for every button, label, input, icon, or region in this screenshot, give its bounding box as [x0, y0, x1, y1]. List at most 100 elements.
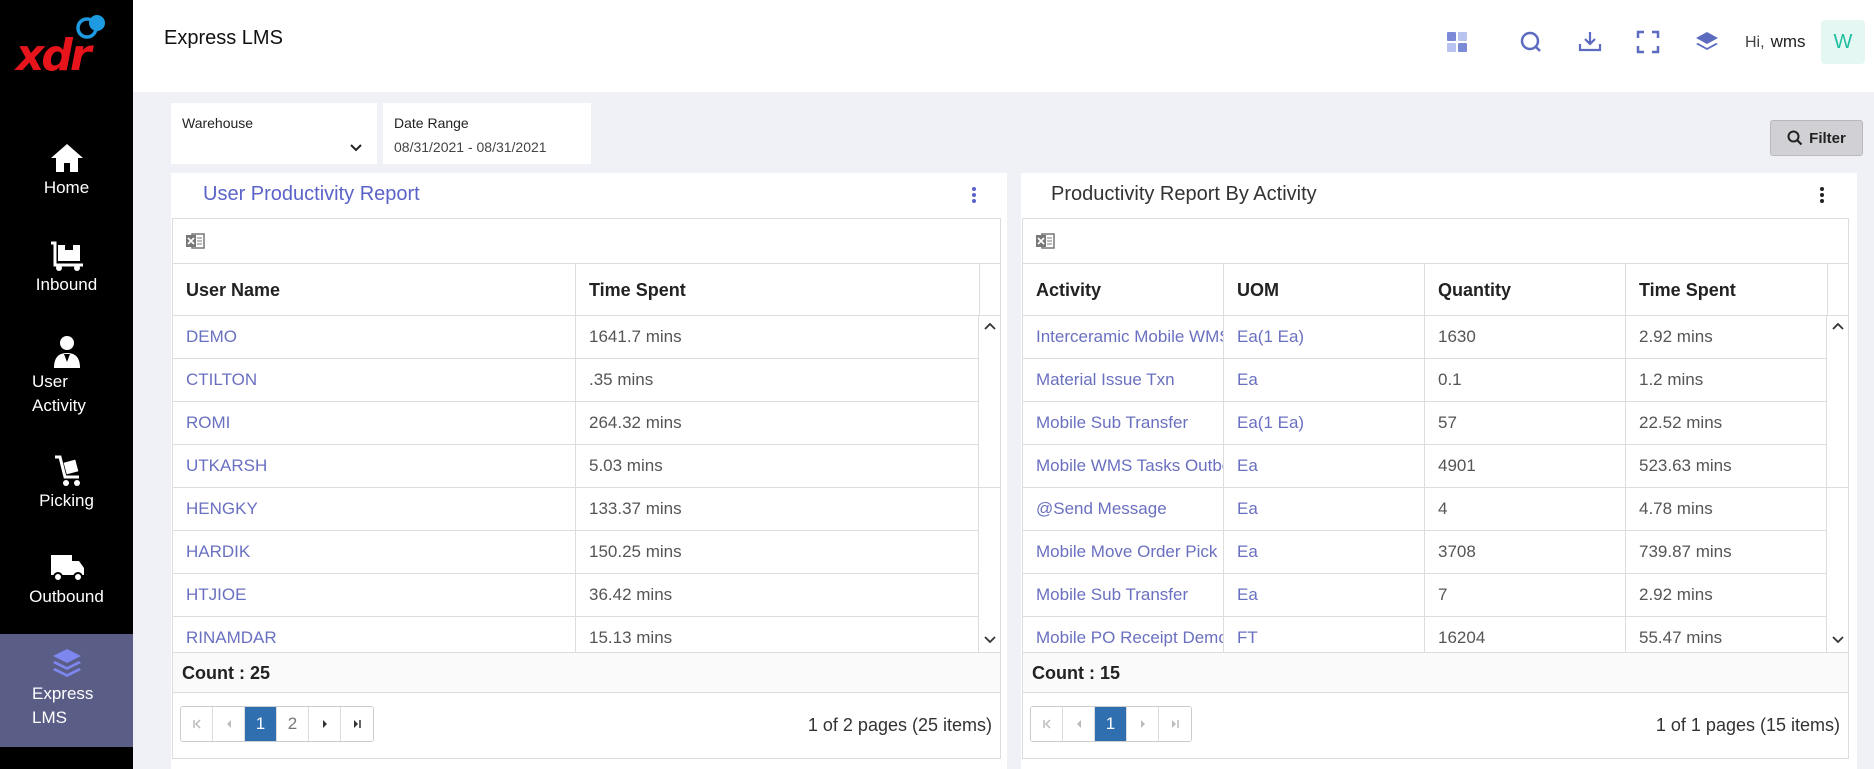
chevron-down-icon	[350, 144, 362, 152]
dashboard-grid-icon[interactable]	[1443, 28, 1471, 56]
date-range-picker[interactable]: Date Range 08/31/2021 - 08/31/2021	[383, 103, 591, 164]
table-row[interactable]: HTJIOE 36.42 mins	[173, 574, 1000, 617]
table-row[interactable]: RINAMDAR 15.13 mins	[173, 617, 1000, 652]
layers-icon[interactable]	[1693, 28, 1721, 56]
cell-time-spent: 4.78 mins	[1626, 488, 1828, 530]
kebab-menu-icon[interactable]	[1815, 185, 1829, 205]
cell-activity[interactable]: Mobile Sub Transfer	[1023, 574, 1224, 616]
cell-user-name[interactable]: HTJIOE	[173, 574, 576, 616]
next-page-button[interactable]	[309, 707, 341, 741]
greeting-text: Hi,	[1745, 34, 1765, 51]
fullscreen-icon[interactable]	[1634, 28, 1662, 56]
column-header-activity[interactable]: Activity	[1023, 264, 1224, 315]
download-icon[interactable]	[1576, 28, 1604, 56]
column-header-quantity[interactable]: Quantity	[1425, 264, 1626, 315]
home-icon	[50, 144, 83, 172]
cell-activity[interactable]: Mobile Move Order Pick	[1023, 531, 1224, 573]
page-button-2[interactable]: 2	[277, 707, 309, 741]
cell-activity[interactable]: Mobile PO Receipt Demo	[1023, 617, 1224, 652]
sidebar-item-home[interactable]: Home	[0, 140, 133, 200]
avatar[interactable]: W	[1821, 20, 1865, 64]
table-row[interactable]: Mobile Move Order Pick Ea 3708 739.87 mins	[1023, 531, 1848, 574]
cell-quantity: 4	[1425, 488, 1626, 530]
cell-quantity: 3708	[1425, 531, 1626, 573]
cell-uom: Ea	[1224, 488, 1425, 530]
page-title: Express LMS	[164, 27, 283, 49]
last-page-button[interactable]	[341, 707, 373, 741]
scrollbar-thumb[interactable]	[979, 338, 1000, 488]
scroll-down-icon[interactable]	[1832, 636, 1844, 644]
page-button-1[interactable]: 1	[245, 707, 277, 741]
scrollbar-thumb[interactable]	[1827, 338, 1848, 488]
table-row[interactable]: Interceramic Mobile WMS Ea(1 Ea) 1630 2.92 …	[1023, 316, 1848, 359]
prev-page-button[interactable]	[213, 707, 245, 741]
sidebar-item-label: Activity	[32, 396, 86, 415]
next-page-button[interactable]	[1127, 707, 1159, 741]
cell-user-name[interactable]: RINAMDAR	[173, 617, 576, 652]
table-row[interactable]: Mobile WMS Tasks Outbo Ea 4901 523.63 mins	[1023, 445, 1848, 488]
first-page-icon	[1042, 719, 1051, 729]
next-page-icon	[322, 720, 327, 728]
xdr-logo[interactable]: xdr	[14, 12, 114, 82]
table-row[interactable]: HENGKY 133.37 mins	[173, 488, 1000, 531]
cell-activity[interactable]: Mobile WMS Tasks Outbo	[1023, 445, 1224, 487]
first-page-button[interactable]	[1031, 707, 1063, 741]
table-row[interactable]: @Send Message Ea 4 4.78 mins	[1023, 488, 1848, 531]
scroll-up-icon[interactable]	[1832, 322, 1844, 330]
vertical-scrollbar[interactable]	[978, 316, 1000, 652]
column-header-user-name[interactable]: User Name	[173, 264, 576, 315]
activity-report-grid: Activity UOM Quantity Time Spent Interce…	[1022, 218, 1849, 759]
cell-uom: FT	[1224, 617, 1425, 652]
page-info: 1 of 1 pages (15 items)	[1655, 715, 1840, 735]
cell-activity[interactable]: Mobile Sub Transfer	[1023, 402, 1224, 444]
kebab-menu-icon[interactable]	[967, 185, 981, 205]
sidebar-item-user-activity[interactable]: User Activity	[0, 334, 133, 418]
table-row[interactable]: Mobile PO Receipt Demo FT 16204 55.47 mins	[1023, 617, 1848, 652]
warehouse-select[interactable]: Warehouse	[171, 103, 377, 164]
sidebar-item-picking[interactable]: Picking	[0, 453, 133, 513]
sidebar-item-label: Outbound	[29, 587, 104, 606]
table-row[interactable]: CTILTON .35 mins	[173, 359, 1000, 402]
excel-export-icon[interactable]	[1035, 233, 1055, 249]
user-productivity-panel: User Productivity Report User Name Time …	[171, 173, 1007, 769]
cell-activity[interactable]: Material Issue Txn	[1023, 359, 1224, 401]
scroll-down-icon[interactable]	[984, 636, 996, 644]
table-row[interactable]: Mobile Sub Transfer Ea(1 Ea) 57 22.52 mins	[1023, 402, 1848, 445]
first-page-button[interactable]	[181, 707, 213, 741]
cell-user-name[interactable]: UTKARSH	[173, 445, 576, 487]
cell-user-name[interactable]: ROMI	[173, 402, 576, 444]
sidebar-item-inbound[interactable]: Inbound	[0, 237, 133, 297]
cell-user-name[interactable]: DEMO	[173, 316, 576, 358]
scroll-up-icon[interactable]	[984, 322, 996, 330]
column-header-time-spent[interactable]: Time Spent	[1626, 264, 1828, 315]
cell-time-spent: 22.52 mins	[1626, 402, 1828, 444]
table-row[interactable]: Mobile Sub Transfer Ea 7 2.92 mins	[1023, 574, 1848, 617]
sidebar-item-express-lms[interactable]: Express LMS	[0, 634, 133, 747]
grid-body: Interceramic Mobile WMS Ea(1 Ea) 1630 2.92 …	[1023, 316, 1848, 652]
cell-quantity: 57	[1425, 402, 1626, 444]
sidebar-item-outbound[interactable]: Outbound	[0, 549, 133, 609]
prev-page-button[interactable]	[1063, 707, 1095, 741]
cell-quantity: 7	[1425, 574, 1626, 616]
vertical-scrollbar[interactable]	[1826, 316, 1848, 652]
cell-user-name[interactable]: HENGKY	[173, 488, 576, 530]
cell-activity[interactable]: @Send Message	[1023, 488, 1224, 530]
next-page-icon	[1140, 720, 1145, 728]
cell-activity[interactable]: Interceramic Mobile WMS	[1023, 316, 1224, 358]
last-page-button[interactable]	[1159, 707, 1191, 741]
column-header-uom[interactable]: UOM	[1224, 264, 1425, 315]
cell-user-name[interactable]: CTILTON	[173, 359, 576, 401]
page-button-1[interactable]: 1	[1095, 707, 1127, 741]
sidebar-item-label: User	[32, 372, 68, 391]
table-row[interactable]: UTKARSH 5.03 mins	[173, 445, 1000, 488]
filter-button[interactable]: Filter	[1770, 120, 1863, 156]
search-icon[interactable]	[1517, 28, 1545, 56]
table-row[interactable]: HARDIK 150.25 mins	[173, 531, 1000, 574]
grid-toolbar	[1023, 219, 1848, 264]
table-row[interactable]: ROMI 264.32 mins	[173, 402, 1000, 445]
table-row[interactable]: Material Issue Txn Ea 0.1 1.2 mins	[1023, 359, 1848, 402]
cell-user-name[interactable]: HARDIK	[173, 531, 576, 573]
table-row[interactable]: DEMO 1641.7 mins	[173, 316, 1000, 359]
excel-export-icon[interactable]	[185, 233, 205, 249]
column-header-time-spent[interactable]: Time Spent	[576, 264, 980, 315]
